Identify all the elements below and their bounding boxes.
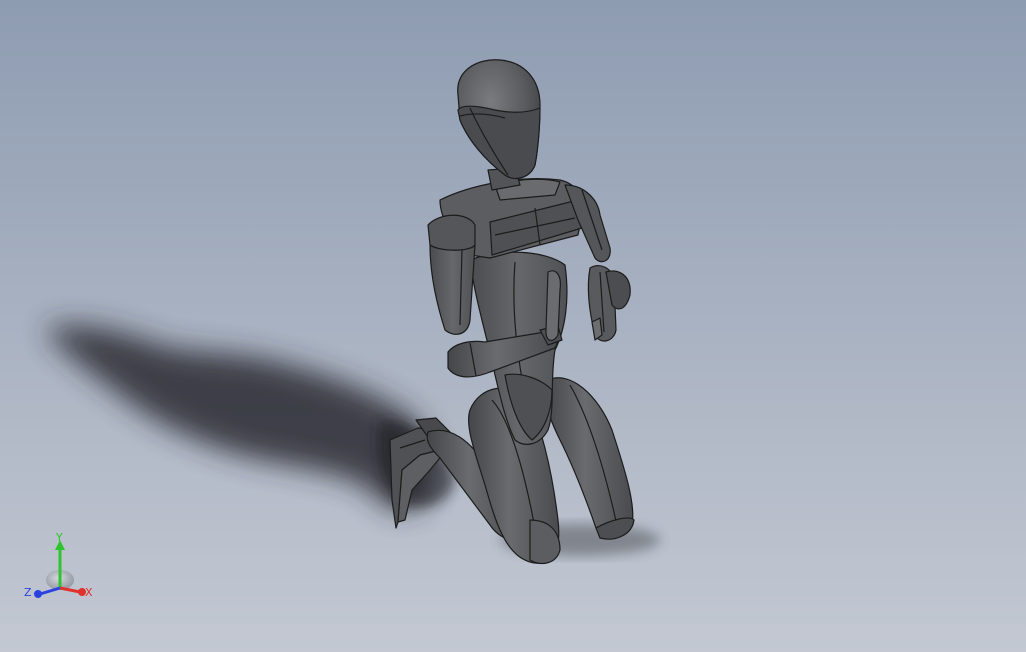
x-axis-label: X <box>85 586 93 599</box>
y-axis-label: Y <box>55 532 63 544</box>
z-axis-arrow <box>34 586 61 598</box>
graphics-viewport[interactable]: Y X Z <box>0 0 1026 652</box>
back-thigh[interactable] <box>544 377 635 540</box>
hip-joint[interactable] <box>545 270 561 342</box>
right-hand[interactable] <box>587 265 631 342</box>
x-axis-arrow <box>59 586 86 596</box>
left-upper-arm[interactable] <box>427 214 476 335</box>
orientation-triad[interactable]: Y X Z <box>20 532 100 608</box>
head[interactable] <box>457 59 541 179</box>
z-axis-label: Z <box>24 586 32 599</box>
model-scene[interactable] <box>0 0 1026 652</box>
